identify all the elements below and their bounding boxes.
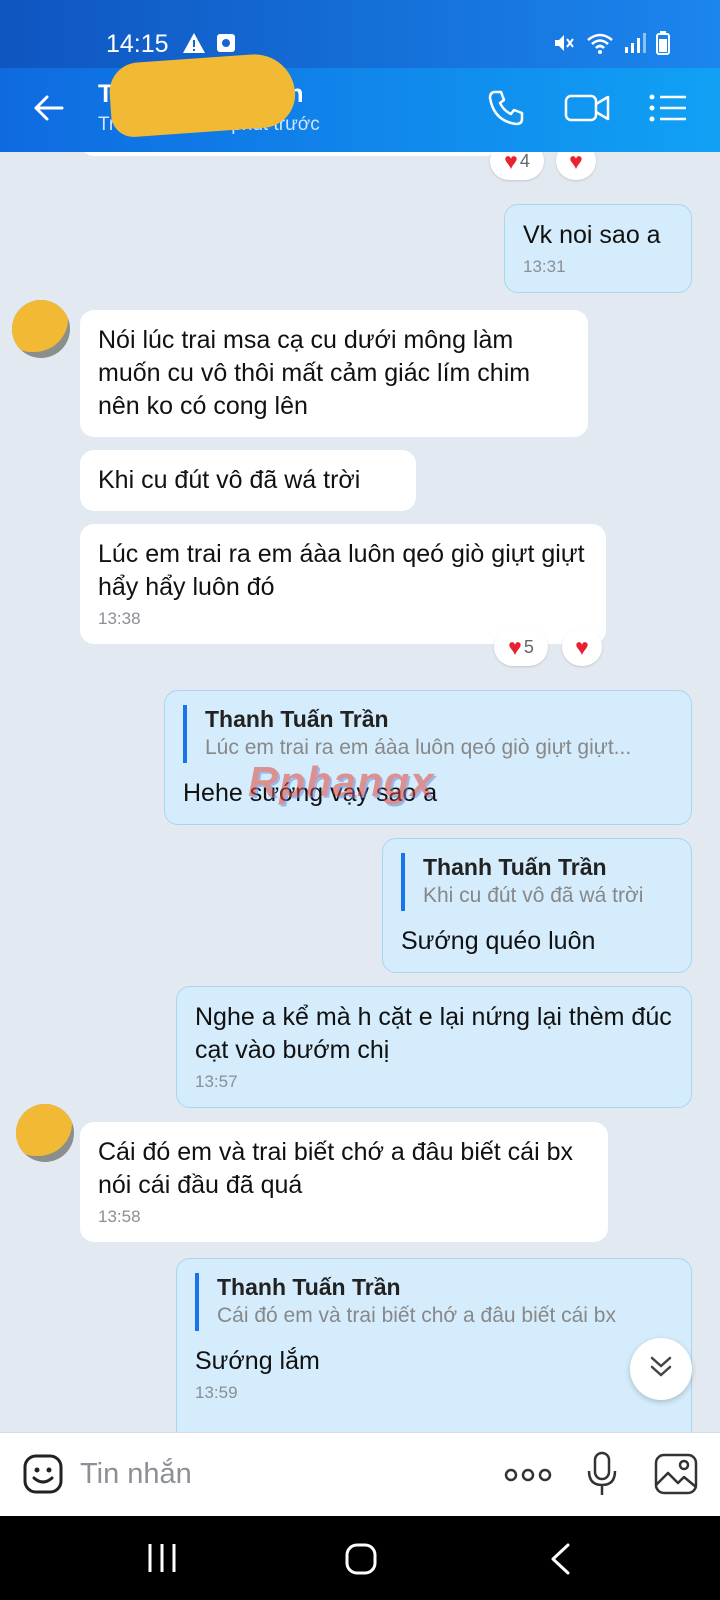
reaction-summary[interactable]: ♥ 4 bbox=[490, 152, 544, 180]
back-arrow-icon[interactable] bbox=[30, 90, 66, 131]
react-button[interactable]: ♥ bbox=[556, 152, 596, 180]
reply-author: Thanh Tuấn Trần bbox=[205, 706, 389, 732]
reply-quote[interactable]: Thanh Tuấn Trần Cái đó em và trai biết c… bbox=[195, 1273, 673, 1331]
message-outgoing[interactable]: Vk noi sao a 13:31 bbox=[504, 204, 692, 293]
message-outgoing[interactable]: Thanh Tuấn Trần Lúc em trai ra em áàa lu… bbox=[164, 690, 692, 825]
status-time: 14:15 bbox=[106, 30, 169, 58]
message-text: Nói lúc trai msa cạ cu dưới mông làm muố… bbox=[98, 326, 531, 420]
wifi-icon bbox=[586, 32, 614, 59]
message-text: Lúc em trai ra em áàa luôn qeó giò giựt … bbox=[98, 540, 585, 601]
message-text: Cái đó em và trai biết chớ a đâu biết cá… bbox=[98, 1138, 573, 1199]
signal-icon bbox=[624, 32, 646, 59]
message-time: 13:58 bbox=[98, 1207, 141, 1226]
message-text: Khi cu đút vô đã wá trời bbox=[98, 466, 361, 494]
status-bar: 14:15 bbox=[0, 0, 720, 68]
heart-icon: ♥ bbox=[575, 633, 589, 660]
chat-area[interactable]: ♥ 4 ♥ Vk noi sao a 13:31 Nói lúc trai ms… bbox=[0, 152, 720, 1432]
message-incoming[interactable]: Cái đó em và trai biết chớ a đâu biết cá… bbox=[80, 1122, 608, 1242]
reply-author: Thanh Tuấn Trần bbox=[423, 854, 607, 880]
message-outgoing[interactable]: Thanh Tuấn Trần Cái đó em và trai biết c… bbox=[176, 1258, 692, 1432]
heart-icon: ♥ bbox=[569, 152, 583, 174]
reply-snippet: Cái đó em và trai biết chớ a đâu biết cá… bbox=[217, 1304, 616, 1327]
image-icon[interactable] bbox=[654, 1453, 698, 1500]
message-text: Vk noi sao a bbox=[523, 221, 661, 249]
chevron-down-icon bbox=[646, 1352, 676, 1387]
reply-snippet: Lúc em trai ra em áàa luôn qeó giò giựt … bbox=[205, 736, 632, 759]
more-icon[interactable] bbox=[504, 1467, 552, 1488]
message-incoming[interactable]: Khi cu đút vô đã wá trời bbox=[80, 450, 416, 511]
scroll-to-bottom-button[interactable] bbox=[630, 1338, 692, 1400]
previous-message bbox=[80, 152, 500, 156]
message-incoming[interactable]: Lúc em trai ra em áàa luôn qeó giò giựt … bbox=[80, 524, 606, 644]
message-input[interactable] bbox=[80, 1451, 460, 1497]
message-time: 13:38 bbox=[98, 609, 141, 628]
message-outgoing[interactable]: Nghe a kể mà h cặt e lại nứng lại thèm đ… bbox=[176, 986, 692, 1108]
avatar[interactable] bbox=[12, 300, 70, 358]
battery-icon bbox=[656, 31, 670, 60]
reply-author: Thanh Tuấn Trần bbox=[217, 1274, 401, 1300]
message-outgoing[interactable]: Thanh Tuấn Trần Khi cu đút vô đã wá trời… bbox=[382, 838, 692, 973]
microphone-icon[interactable] bbox=[586, 1451, 618, 1502]
message-time: 13:57 bbox=[195, 1072, 238, 1091]
message-text: Sướng quéo luôn bbox=[401, 927, 596, 955]
mute-icon bbox=[552, 31, 576, 60]
message-time: 13:59 bbox=[195, 1383, 238, 1402]
notification-icon bbox=[216, 33, 236, 58]
heart-icon: ♥ bbox=[504, 152, 518, 174]
message-incoming[interactable]: Nói lúc trai msa cạ cu dưới mông làm muố… bbox=[80, 310, 588, 437]
message-time: 13:31 bbox=[523, 257, 566, 276]
react-button[interactable]: ♥ bbox=[562, 628, 602, 666]
avatar[interactable] bbox=[16, 1104, 74, 1162]
menu-list-icon[interactable] bbox=[648, 88, 688, 133]
nav-back-icon[interactable] bbox=[548, 1542, 572, 1581]
warning-icon bbox=[182, 32, 206, 59]
message-text: Nghe a kể mà h cặt e lại nứng lại thèm đ… bbox=[195, 1003, 672, 1064]
reaction-summary[interactable]: ♥ 5 bbox=[494, 628, 548, 666]
message-text: Hehe sướng vạy sao a bbox=[183, 779, 438, 807]
reply-snippet: Khi cu đút vô đã wá trời bbox=[423, 884, 644, 907]
reaction-count: 5 bbox=[523, 636, 534, 657]
message-text: Sướng lắm bbox=[195, 1347, 320, 1375]
reply-quote[interactable]: Thanh Tuấn Trần Khi cu đút vô đã wá trời bbox=[401, 853, 673, 911]
home-icon[interactable] bbox=[344, 1542, 378, 1581]
sticker-icon[interactable] bbox=[22, 1453, 64, 1500]
heart-icon: ♥ bbox=[508, 633, 522, 660]
system-nav-bar bbox=[0, 1516, 720, 1600]
message-input-bar bbox=[0, 1432, 720, 1516]
recent-apps-icon[interactable] bbox=[146, 1542, 178, 1579]
name-redaction bbox=[107, 51, 298, 139]
reaction-count: 4 bbox=[519, 152, 530, 171]
chat-header: Tn Truy cậpphút trước bbox=[0, 51, 720, 152]
status-icons bbox=[552, 31, 670, 60]
reply-quote[interactable]: Thanh Tuấn Trần Lúc em trai ra em áàa lu… bbox=[183, 705, 673, 763]
phone-icon[interactable] bbox=[486, 88, 526, 133]
video-call-icon[interactable] bbox=[564, 88, 610, 133]
